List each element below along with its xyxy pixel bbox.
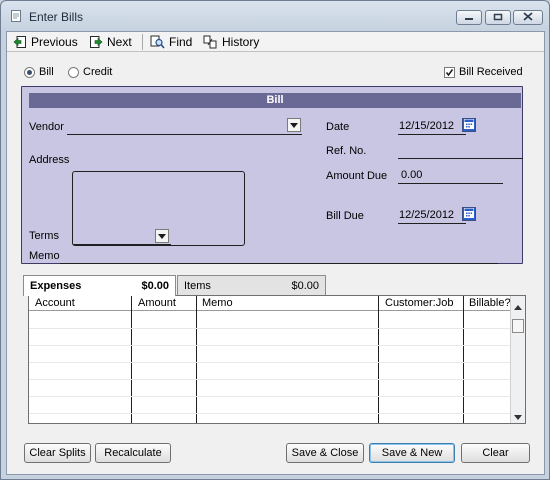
expenses-grid[interactable]: Account Amount Memo Customer:Job Billabl… <box>28 295 526 424</box>
next-label: Next <box>107 35 132 49</box>
date-value[interactable]: 12/15/2012 <box>399 120 454 132</box>
date-field[interactable] <box>398 134 466 135</box>
amount-due-value[interactable]: 0.00 <box>401 169 422 181</box>
previous-label: Previous <box>31 35 78 49</box>
recalculate-button[interactable]: Recalculate <box>95 443 171 463</box>
amount-due-field[interactable] <box>398 183 503 184</box>
credit-radio-label: Credit <box>83 66 113 78</box>
ref-no-field[interactable] <box>398 158 523 159</box>
grid-row-line <box>29 362 510 363</box>
enter-bills-window: Enter Bills Previous Next Find History B… <box>0 0 550 480</box>
column-account[interactable]: Account <box>35 297 75 309</box>
bill-received-option[interactable]: Bill Received <box>444 66 523 78</box>
bill-received-checkbox[interactable] <box>444 66 455 78</box>
column-amount[interactable]: Amount <box>138 297 176 309</box>
column-billable[interactable]: Billable? <box>469 297 511 309</box>
bill-radio-option[interactable]: Bill <box>24 66 54 78</box>
bill-form: Bill Vendor Address Terms Memo Date 12/1… <box>21 86 523 264</box>
tab-items-amount: $0.00 <box>291 280 319 292</box>
terms-label: Terms <box>29 230 59 242</box>
restore-icon <box>493 12 503 24</box>
memo-label: Memo <box>29 250 60 262</box>
tab-expenses[interactable]: Expenses $0.00 <box>23 275 176 296</box>
find-icon <box>150 35 165 49</box>
minimize-button[interactable] <box>456 10 482 25</box>
calendar-icon <box>464 207 474 221</box>
checkmark-icon <box>445 68 454 76</box>
previous-icon <box>13 35 27 49</box>
title-bar[interactable]: Enter Bills <box>1 1 549 31</box>
grid-row-line <box>29 379 510 380</box>
history-icon <box>203 35 218 49</box>
grid-scrollbar[interactable] <box>510 296 525 423</box>
toolbar: Previous Next Find History <box>7 32 544 52</box>
column-divider <box>196 296 197 423</box>
window-title: Enter Bills <box>29 10 84 24</box>
column-divider <box>378 296 379 423</box>
grid-row-line <box>29 396 510 397</box>
bill-window-icon <box>10 10 22 22</box>
save-close-button[interactable]: Save & Close <box>286 443 364 463</box>
bill-client-area: Previous Next Find History Bill Credit B… <box>6 31 545 475</box>
tab-expenses-label: Expenses <box>30 280 82 292</box>
bill-due-value[interactable]: 12/25/2012 <box>399 209 454 221</box>
tab-items-label: Items <box>184 280 211 292</box>
grid-row-line <box>29 413 510 414</box>
chevron-down-icon <box>290 119 298 131</box>
next-icon <box>89 35 103 49</box>
previous-button[interactable]: Previous <box>13 34 78 50</box>
bill-due-calendar-button[interactable] <box>462 207 476 221</box>
column-divider <box>131 296 132 423</box>
column-customer-job[interactable]: Customer:Job <box>385 297 453 309</box>
close-window-button[interactable] <box>513 10 543 25</box>
bill-due-field[interactable] <box>398 223 466 224</box>
column-memo[interactable]: Memo <box>202 297 233 309</box>
bill-radio-label: Bill <box>39 66 54 78</box>
vendor-field[interactable] <box>67 134 302 135</box>
address-label: Address <box>29 154 70 166</box>
tab-items[interactable]: Items $0.00 <box>177 275 326 295</box>
credit-radio-option[interactable]: Credit <box>68 66 112 78</box>
ref-no-label: Ref. No. <box>326 145 367 157</box>
restore-button[interactable] <box>485 10 511 25</box>
grid-header: Account Amount Memo Customer:Job Billabl… <box>29 296 511 311</box>
tab-expenses-amount: $0.00 <box>141 280 169 292</box>
terms-dropdown-button[interactable] <box>155 229 169 243</box>
history-button[interactable]: History <box>203 34 259 50</box>
close-icon <box>523 11 533 24</box>
find-button[interactable]: Find <box>150 34 192 50</box>
amount-due-label: Amount Due <box>326 170 388 182</box>
calendar-icon <box>464 118 474 132</box>
scroll-up-icon[interactable] <box>514 301 522 313</box>
save-new-button[interactable]: Save & New <box>369 443 455 463</box>
find-label: Find <box>169 35 193 49</box>
minimize-icon <box>464 12 474 24</box>
vendor-label: Vendor <box>29 121 64 133</box>
memo-field[interactable] <box>60 263 498 264</box>
clear-splits-button[interactable]: Clear Splits <box>24 443 91 463</box>
grid-row-line <box>29 328 510 329</box>
toolbar-divider <box>142 34 143 50</box>
terms-field[interactable] <box>73 244 171 245</box>
scroll-down-icon[interactable] <box>514 411 522 423</box>
date-label: Date <box>326 121 350 133</box>
history-label: History <box>222 35 260 49</box>
bill-form-header: Bill <box>29 93 521 108</box>
grid-row-line <box>29 345 510 346</box>
clear-button[interactable]: Clear <box>461 443 530 463</box>
vendor-dropdown-button[interactable] <box>287 118 301 132</box>
date-calendar-button[interactable] <box>462 118 476 132</box>
chevron-down-icon <box>158 230 166 242</box>
column-divider <box>463 296 464 423</box>
bill-radio[interactable] <box>24 66 35 78</box>
bill-received-label: Bill Received <box>459 66 523 78</box>
next-button[interactable]: Next <box>89 34 132 50</box>
scrollbar-thumb[interactable] <box>512 319 524 333</box>
bill-due-label: Bill Due <box>326 210 364 222</box>
credit-radio[interactable] <box>68 66 79 78</box>
